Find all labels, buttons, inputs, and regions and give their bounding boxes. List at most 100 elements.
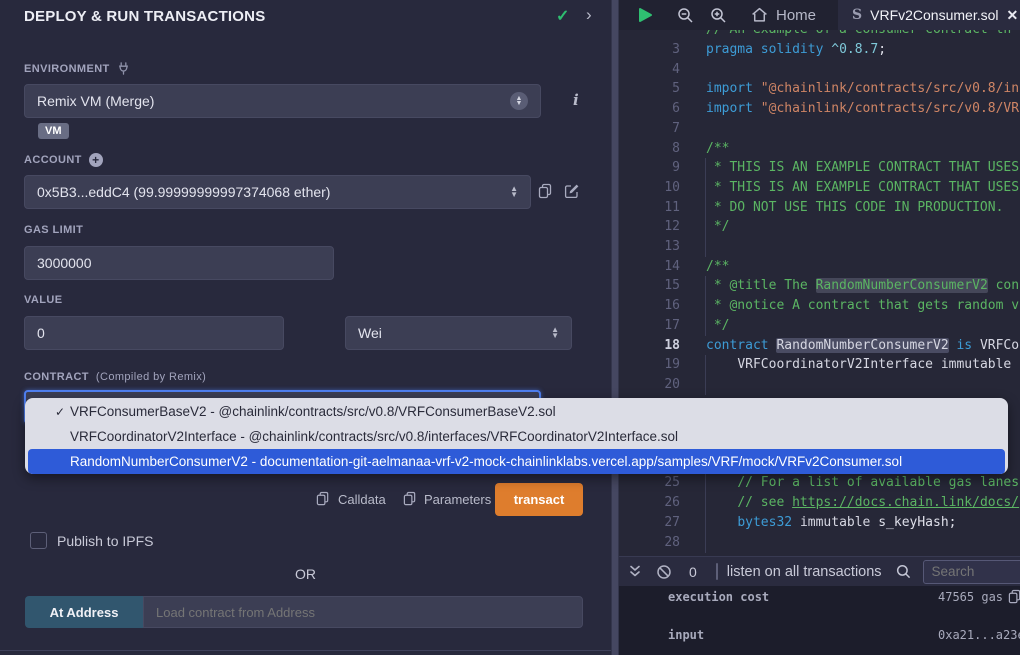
zoom-out-icon[interactable] — [677, 7, 694, 24]
contract-option-2[interactable]: RandomNumberConsumerV2 - documentation-g… — [28, 449, 1005, 474]
parameters-label: Parameters — [424, 492, 491, 507]
code-line-9: 9 * THIS IS AN EXAMPLE CONTRACT THAT USE… — [619, 158, 1020, 178]
chevron-right-icon[interactable]: › — [586, 5, 592, 25]
line-number: 16 — [619, 296, 680, 316]
line-code: // An example of a consumer contract th — [706, 30, 1011, 40]
line-number: 14 — [619, 257, 680, 277]
line-number: 4 — [619, 60, 680, 80]
code-line-13: 13 — [619, 237, 1020, 257]
transact-button[interactable]: transact — [495, 483, 583, 516]
gas-limit-label: GAS LIMIT — [24, 224, 83, 236]
section-divider — [0, 650, 611, 651]
code-area[interactable]: // An example of a consumer contract th3… — [619, 30, 1020, 556]
environment-select[interactable]: Remix VM (Merge) ▲▼ — [24, 84, 541, 118]
code-line-17: 17 */ — [619, 316, 1020, 336]
line-number: 6 — [619, 99, 680, 119]
line-number: 9 — [619, 158, 680, 178]
run-script-icon[interactable] — [637, 7, 653, 23]
close-icon[interactable]: ✕ — [1007, 7, 1019, 24]
gas-limit-value: 3000000 — [37, 255, 92, 271]
line-code: import "@chainlink/contracts/src/v0.8/VR — [706, 99, 1019, 119]
account-select[interactable]: 0x5B3...eddC4 (99.99999999997374068 ethe… — [24, 175, 531, 209]
code-line-14: 14/** — [619, 257, 1020, 277]
line-code: * THIS IS AN EXAMPLE CONTRACT THAT USES — [705, 158, 1019, 178]
calldata-copy-icon[interactable] — [316, 491, 330, 507]
check-icon: ✓ — [55, 405, 65, 419]
line-number: 5 — [619, 79, 680, 99]
code-line-10: 10 * THIS IS AN EXAMPLE CONTRACT THAT US… — [619, 178, 1020, 198]
terminal-key: execution cost — [668, 590, 769, 604]
remix-ide: DEPLOY & RUN TRANSACTIONS ✓ › ENVIRONMEN… — [0, 0, 1020, 655]
parameters-copy-icon[interactable] — [403, 491, 417, 507]
line-number: 20 — [619, 375, 680, 395]
code-line-8: 8 /** — [619, 139, 1020, 159]
line-code: pragma solidity ^0.8.7; — [706, 40, 886, 60]
line-code — [705, 533, 706, 553]
contract-option-0[interactable]: ✓VRFConsumerBaseV2 - @chainlink/contract… — [25, 399, 1008, 424]
plus-circle-icon[interactable]: + — [89, 153, 103, 167]
tab-home[interactable]: Home — [751, 7, 816, 24]
line-code: * @notice A contract that gets random v — [705, 296, 1019, 316]
line-number: 11 — [619, 198, 680, 218]
line-number: 17 — [619, 316, 680, 336]
line-number: 26 — [619, 493, 680, 513]
expand-terminal-icon[interactable] — [628, 564, 642, 579]
edit-icon[interactable] — [564, 183, 580, 199]
publish-ipfs-checkbox[interactable] — [30, 532, 47, 549]
line-code — [705, 375, 706, 395]
code-line-25: 25 // For a list of available gas lanes — [619, 473, 1020, 493]
line-number: 8 — [619, 139, 680, 159]
gas-limit-input[interactable]: 3000000 — [24, 246, 334, 280]
at-address-button[interactable]: At Address — [25, 596, 143, 628]
line-number: 19 — [619, 355, 680, 375]
line-number: 15 — [619, 276, 680, 296]
publish-ipfs-label: Publish to IPFS — [57, 533, 154, 549]
success-check-icon: ✓ — [556, 6, 569, 26]
contract-option-1[interactable]: VRFCoordinatorV2Interface - @chainlink/c… — [25, 424, 1008, 449]
listen-all-label: listen on all transactions — [727, 564, 882, 580]
zoom-in-icon[interactable] — [710, 7, 727, 24]
active-tab-label: VRFv2Consumer.sol — [870, 7, 998, 23]
code-line-18: 18contract RandomNumberConsumerV2 is VRF… — [619, 336, 1020, 356]
terminal-search-input[interactable] — [923, 560, 1020, 584]
line-code: * DO NOT USE THIS CODE IN PRODUCTION. — [705, 198, 1003, 218]
contract-dropdown-list: ✓VRFConsumerBaseV2 - @chainlink/contract… — [25, 398, 1008, 474]
line-number: 10 — [619, 178, 680, 198]
code-line-2: // An example of a consumer contract th — [619, 30, 1020, 40]
calldata-label: Calldata — [338, 492, 386, 507]
code-line-19: 19 VRFCoordinatorV2Interface immutable — [619, 355, 1020, 375]
line-number: 28 — [619, 533, 680, 553]
listen-all-checkbox[interactable] — [716, 563, 718, 580]
or-label: OR — [0, 566, 611, 582]
line-code: // see https://docs.chain.link/docs/ — [705, 493, 1019, 513]
vm-badge: VM — [38, 123, 69, 139]
code-line-6: 6 import "@chainlink/contracts/src/v0.8/V… — [619, 99, 1020, 119]
code-line-28: 28 — [619, 533, 1020, 553]
select-caret-icon: ▲▼ — [510, 186, 518, 198]
transaction-count: 0 — [689, 564, 697, 580]
info-icon[interactable]: i — [573, 91, 579, 109]
tab-vrfv2consumer[interactable]: S VRFv2Consumer.sol ✕ — [838, 0, 1020, 30]
clear-console-icon[interactable] — [656, 564, 672, 580]
terminal-key: input — [668, 628, 704, 642]
copy-icon[interactable] — [538, 183, 553, 200]
line-code: import "@chainlink/contracts/src/v0.8/in — [706, 79, 1019, 99]
contract-sublabel: (Compiled by Remix) — [96, 371, 206, 383]
line-code: */ — [705, 217, 729, 237]
terminal-log[interactable]: execution cost47565 gasinput0xa21...a23e… — [619, 586, 1020, 655]
copy-icon[interactable] — [1008, 589, 1020, 605]
line-code: bytes32 immutable s_keyHash; — [705, 513, 957, 533]
value-unit-select[interactable]: Wei ▲▼ — [345, 316, 572, 350]
select-caret-icon: ▲▼ — [510, 92, 528, 110]
environment-value: Remix VM (Merge) — [37, 93, 154, 109]
panel-resize-handle[interactable] — [611, 0, 619, 655]
deploy-run-panel: DEPLOY & RUN TRANSACTIONS ✓ › ENVIRONMEN… — [0, 0, 611, 655]
line-code: * @title The RandomNumberConsumerV2 con — [705, 276, 1019, 296]
panel-title: DEPLOY & RUN TRANSACTIONS — [24, 8, 265, 25]
code-line-27: 27 bytes32 immutable s_keyHash; — [619, 513, 1020, 533]
code-line-16: 16 * @notice A contract that gets random… — [619, 296, 1020, 316]
line-code: /** — [706, 139, 729, 159]
at-address-input[interactable] — [143, 596, 583, 628]
code-line-11: 11 * DO NOT USE THIS CODE IN PRODUCTION. — [619, 198, 1020, 218]
value-input[interactable]: 0 — [24, 316, 284, 350]
